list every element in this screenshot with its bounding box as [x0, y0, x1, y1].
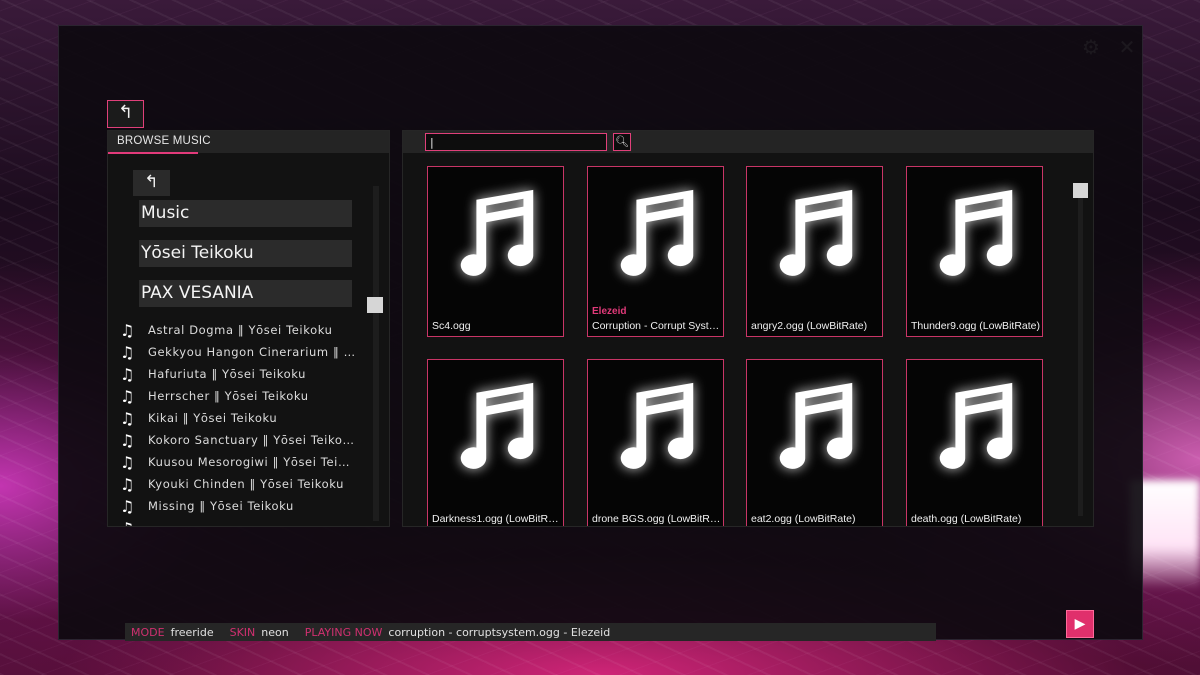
music-note-icon: [907, 360, 1042, 495]
song-tile-title: Sc4.ogg: [432, 320, 471, 332]
song-tile-title: angry2.ogg (LowBitRate): [751, 320, 868, 332]
track-name: Hafuriuta ‖ Yōsei Teikoku: [148, 367, 307, 381]
header-underline: [108, 152, 198, 154]
music-note-icon: ♫: [120, 519, 148, 527]
music-note-icon: [747, 360, 882, 495]
music-note-icon: ♫: [120, 320, 135, 340]
track-item[interactable]: ♫ Kikai ‖ Yōsei Teikoku: [120, 407, 360, 429]
browse-music-panel: BROWSE MUSIC ↰ Music Yōsei Teikoku PAX V…: [107, 130, 390, 527]
browse-scrollbar-thumb[interactable]: [367, 297, 383, 313]
music-note-icon: [428, 360, 563, 495]
track-list: ♫ Astral Dogma ‖ Yōsei Teikoku ♫ Gekkyou H…: [120, 319, 360, 527]
track-name: Astral Dogma ‖ Yōsei Teikoku: [148, 323, 333, 337]
song-tile[interactable]: Elezeid Corruption - Corrupt System.ogg: [587, 166, 724, 337]
track-item-partial[interactable]: ♫: [120, 517, 360, 527]
song-tile[interactable]: angry2.ogg (LowBitRate): [746, 166, 883, 337]
track-name: Herrscher ‖ Yōsei Teikoku: [148, 389, 309, 403]
search-icon: 🔍︎: [615, 135, 629, 148]
music-note-icon: ♫: [120, 408, 135, 428]
track-name: Kyouki Chinden ‖ Yōsei Teikoku: [148, 477, 345, 491]
song-tile-title: Thunder9.ogg (LowBitRate): [911, 320, 1040, 332]
track-item[interactable]: ♫ Missing ‖ Yōsei Teikoku: [120, 495, 360, 517]
grid-scrollbar-thumb[interactable]: [1073, 183, 1088, 198]
music-note-icon: ♫: [120, 474, 135, 494]
return-arrow-icon: ↰: [144, 172, 159, 192]
track-item[interactable]: ♫ Astral Dogma ‖ Yōsei Teikoku: [120, 319, 360, 341]
music-note-icon: [588, 167, 723, 302]
track-name: Kokoro Sanctuary ‖ Yōsei Teikoku: [148, 433, 356, 447]
track-item[interactable]: ♫ Herrscher ‖ Yōsei Teikoku: [120, 385, 360, 407]
return-arrow-icon: ↰: [117, 102, 134, 123]
track-item[interactable]: ♫ Kuusou Mesorogiwi ‖ Yōsei Teikoku: [120, 451, 360, 473]
browse-music-title: BROWSE MUSIC: [117, 135, 211, 147]
song-tile[interactable]: drone BGS.ogg (LowBitRate): [587, 359, 724, 526]
track-item[interactable]: ♫ Kokoro Sanctuary ‖ Yōsei Teikoku: [120, 429, 360, 451]
mode-value: freeride: [170, 625, 214, 639]
track-item[interactable]: ♫ Gekkyou Hangon Cinerarium ‖ Yōsei Teiko…: [120, 341, 360, 363]
search-input[interactable]: [425, 133, 607, 151]
playing-now-value: corruption - corruptsystem.ogg - Elezeid: [388, 625, 611, 639]
track-name: Missing ‖ Yōsei Teikoku: [148, 499, 294, 513]
track-name: Gekkyou Hangon Cinerarium ‖ Yōsei Teikok…: [148, 345, 356, 359]
song-tile[interactable]: Darkness1.ogg (LowBitRate): [427, 359, 564, 526]
music-note-icon: ♫: [120, 342, 135, 362]
search-button[interactable]: 🔍︎: [613, 133, 631, 151]
folder-item-yosei-teikoku[interactable]: Yōsei Teikoku: [139, 240, 352, 267]
song-tile-title: death.ogg (LowBitRate): [911, 513, 1022, 525]
browse-music-header: BROWSE MUSIC: [108, 131, 389, 154]
skin-value: neon: [261, 625, 289, 639]
folder-item-pax-vesania[interactable]: PAX VESANIA: [139, 280, 352, 307]
song-tile[interactable]: eat2.ogg (LowBitRate): [746, 359, 883, 526]
song-tile-title: Corruption - Corrupt System.ogg: [592, 320, 721, 332]
music-note-icon: [588, 360, 723, 495]
parent-folder-button[interactable]: ↰: [133, 170, 170, 196]
music-select-window: ↰ BROWSE MUSIC ↰ Music Yōsei Teikoku PAX…: [58, 25, 1143, 641]
song-grid-panel: 🔍︎ Sc4.ogg Elezeid Corruption - Corrupt …: [402, 130, 1094, 527]
grid-scrollbar-track[interactable]: [1078, 186, 1083, 516]
playing-now-key: PLAYING NOW: [304, 625, 383, 639]
song-tile-title: drone BGS.ogg (LowBitRate): [592, 513, 721, 525]
mode-key: MODE: [131, 625, 165, 639]
song-tile-artist: Elezeid: [592, 306, 627, 317]
music-note-icon: ♫: [120, 452, 135, 472]
music-note-icon: ♫: [120, 386, 135, 406]
status-bar: MODE freeride SKIN neon PLAYING NOW corr…: [125, 623, 936, 641]
track-item[interactable]: ♫ Hafuriuta ‖ Yōsei Teikoku: [120, 363, 360, 385]
song-tile-title: eat2.ogg (LowBitRate): [751, 513, 856, 525]
music-note-icon: [747, 167, 882, 302]
song-tile[interactable]: death.ogg (LowBitRate): [906, 359, 1043, 526]
music-note-icon: ♫: [120, 364, 135, 384]
skin-key: SKIN: [229, 625, 256, 639]
back-button[interactable]: ↰: [107, 100, 144, 128]
track-name: Kikai ‖ Yōsei Teikoku: [148, 411, 278, 425]
song-tile-title: Darkness1.ogg (LowBitRate): [432, 513, 561, 525]
folder-item-music[interactable]: Music: [139, 200, 352, 227]
song-grid-header: 🔍︎: [403, 131, 1093, 153]
play-button[interactable]: ▶: [1066, 610, 1094, 638]
music-note-icon: ♫: [120, 430, 135, 450]
play-icon: ▶: [1074, 616, 1086, 632]
browse-scrollbar-track[interactable]: [373, 186, 379, 521]
track-item[interactable]: ♫ Kyouki Chinden ‖ Yōsei Teikoku: [120, 473, 360, 495]
song-tile[interactable]: Sc4.ogg: [427, 166, 564, 337]
track-name: Kuusou Mesorogiwi ‖ Yōsei Teikoku: [148, 455, 356, 469]
music-note-icon: [428, 167, 563, 302]
song-tile[interactable]: Thunder9.ogg (LowBitRate): [906, 166, 1043, 337]
music-note-icon: ♫: [120, 496, 135, 516]
music-note-icon: [907, 167, 1042, 302]
